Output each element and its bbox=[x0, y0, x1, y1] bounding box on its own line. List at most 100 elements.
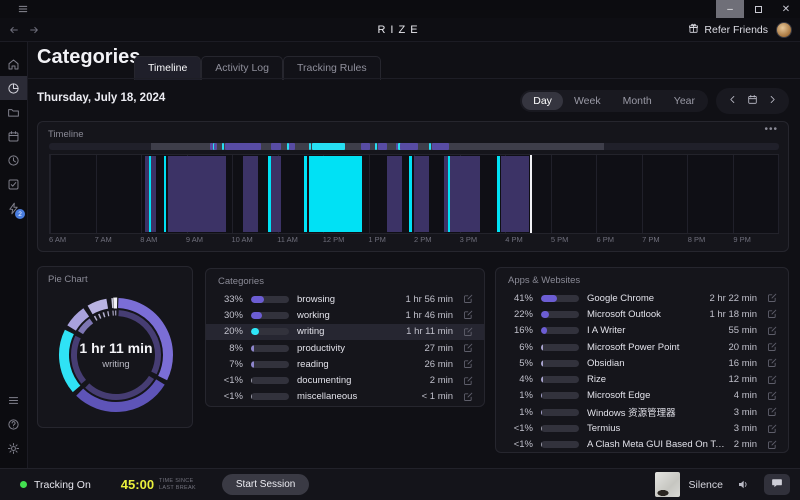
edit-icon[interactable] bbox=[461, 376, 473, 386]
axis-tick-label: 1 PM bbox=[368, 235, 386, 244]
speaker-icon[interactable] bbox=[737, 478, 750, 491]
activity-block[interactable] bbox=[168, 156, 226, 232]
hamburger-menu-icon[interactable] bbox=[17, 3, 29, 15]
stat-row-reading[interactable]: 7% reading 26 min bbox=[206, 356, 484, 372]
prev-day-button[interactable] bbox=[727, 92, 738, 110]
activity-block[interactable] bbox=[309, 156, 361, 232]
range-month[interactable]: Month bbox=[612, 92, 663, 110]
stat-row-microsoft-edge[interactable]: 1% Microsoft Edge 4 min bbox=[496, 388, 788, 404]
edit-icon[interactable] bbox=[765, 342, 777, 352]
sidebar-item-analytics[interactable] bbox=[0, 76, 27, 100]
gridline bbox=[369, 155, 370, 233]
gridline bbox=[733, 155, 734, 233]
edit-icon[interactable] bbox=[461, 310, 473, 320]
edit-icon[interactable] bbox=[765, 424, 777, 434]
edit-icon[interactable] bbox=[461, 343, 473, 353]
divider bbox=[28, 78, 800, 79]
activity-block[interactable] bbox=[409, 156, 412, 232]
timeline-minimap[interactable] bbox=[49, 143, 779, 150]
activity-block[interactable] bbox=[271, 156, 281, 232]
activity-block[interactable] bbox=[387, 156, 402, 232]
stat-row-productivity[interactable]: 8% productivity 27 min bbox=[206, 340, 484, 356]
edit-icon[interactable] bbox=[765, 293, 777, 303]
refer-friends-button[interactable]: Refer Friends bbox=[688, 23, 768, 37]
minimap-block bbox=[432, 143, 449, 150]
stat-row-rize[interactable]: 4% Rize 12 min bbox=[496, 371, 788, 387]
stat-row-writing[interactable]: 20% writing 1 hr 11 min bbox=[206, 324, 484, 340]
timeline-panel-title: Timeline bbox=[48, 129, 84, 140]
edit-icon[interactable] bbox=[461, 327, 473, 337]
activity-block[interactable] bbox=[243, 156, 258, 232]
activity-block[interactable] bbox=[450, 156, 479, 232]
stat-row-windows-[interactable]: 1% Windows 资源管理器 3 min bbox=[496, 404, 788, 420]
activity-block[interactable] bbox=[501, 156, 528, 232]
edit-icon[interactable] bbox=[765, 358, 777, 368]
avatar[interactable] bbox=[776, 22, 792, 38]
categories-panel-title: Categories bbox=[218, 276, 264, 287]
edit-icon[interactable] bbox=[765, 326, 777, 336]
stat-row-termius[interactable]: <1% Termius 3 min bbox=[496, 420, 788, 436]
next-day-button[interactable] bbox=[767, 92, 778, 110]
app-navbar: RIZE Refer Friends bbox=[0, 18, 800, 42]
axis-tick-label: 11 AM bbox=[277, 235, 298, 244]
edit-icon[interactable] bbox=[765, 391, 777, 401]
sidebar-item-sessions[interactable]: 2 bbox=[0, 196, 27, 220]
row-percent: <1% bbox=[507, 439, 533, 450]
sidebar-item-home[interactable] bbox=[0, 52, 27, 76]
sidebar-item-history[interactable] bbox=[0, 148, 27, 172]
stat-row-google-chrome[interactable]: 41% Google Chrome 2 hr 22 min bbox=[496, 290, 788, 306]
edit-icon[interactable] bbox=[765, 309, 777, 319]
sidebar-item-help[interactable] bbox=[0, 412, 27, 436]
apps-panel-title: Apps & Websites bbox=[508, 275, 580, 286]
chat-feedback-button[interactable] bbox=[764, 474, 790, 495]
window-close-button[interactable]: ✕ bbox=[772, 0, 800, 18]
activity-block[interactable] bbox=[164, 156, 167, 232]
window-minimize-button[interactable]: – bbox=[716, 0, 744, 18]
activity-block[interactable] bbox=[151, 156, 156, 232]
sidebar-item-tasks[interactable] bbox=[0, 172, 27, 196]
range-week[interactable]: Week bbox=[563, 92, 612, 110]
edit-icon[interactable] bbox=[461, 359, 473, 369]
calendar-picker-icon[interactable] bbox=[747, 92, 758, 110]
tab-tracking-rules[interactable]: Tracking Rules bbox=[283, 56, 381, 80]
tab-timeline[interactable]: Timeline bbox=[134, 56, 201, 80]
stat-row-microsoft-power-point[interactable]: 6% Microsoft Power Point 20 min bbox=[496, 339, 788, 355]
row-time: 2 min bbox=[430, 375, 453, 386]
start-session-button[interactable]: Start Session bbox=[222, 474, 309, 495]
axis-tick-label: 6 PM bbox=[597, 235, 615, 244]
sidebar-item-calendar[interactable] bbox=[0, 124, 27, 148]
sidebar-item-settings[interactable] bbox=[0, 436, 27, 460]
stat-row-working[interactable]: 30% working 1 hr 46 min bbox=[206, 307, 484, 323]
edit-icon[interactable] bbox=[765, 375, 777, 385]
activity-block[interactable] bbox=[304, 156, 307, 232]
stat-row-browsing[interactable]: 33% browsing 1 hr 56 min bbox=[206, 291, 484, 307]
activity-block[interactable] bbox=[414, 156, 429, 232]
row-label: Microsoft Power Point bbox=[587, 342, 720, 353]
edit-icon[interactable] bbox=[765, 440, 777, 450]
activity-block[interactable] bbox=[497, 156, 500, 232]
row-percent: 16% bbox=[507, 325, 533, 336]
stat-row-obsidian[interactable]: 5% Obsidian 16 min bbox=[496, 355, 788, 371]
stat-row-documenting[interactable]: <1% documenting 2 min bbox=[206, 372, 484, 388]
range-day[interactable]: Day bbox=[522, 92, 563, 110]
row-percent: 1% bbox=[507, 390, 533, 401]
range-year[interactable]: Year bbox=[663, 92, 706, 110]
tab-activity-log[interactable]: Activity Log bbox=[201, 56, 283, 80]
stat-row-a-clash-meta-gui-based-on-ta-[interactable]: <1% A Clash Meta GUI Based On Ta... 2 mi… bbox=[496, 437, 788, 453]
apps-websites-panel: Apps & Websites 41% Google Chrome 2 hr 2… bbox=[495, 267, 789, 453]
row-time: 1 hr 11 min bbox=[406, 326, 453, 337]
window-maximize-button[interactable] bbox=[744, 0, 772, 18]
edit-icon[interactable] bbox=[765, 407, 777, 417]
edit-icon[interactable] bbox=[461, 392, 473, 402]
sidebar-item-projects[interactable] bbox=[0, 100, 27, 124]
row-bar bbox=[541, 409, 579, 416]
timeline-chart[interactable] bbox=[49, 154, 779, 234]
timeline-more-button[interactable]: ••• bbox=[764, 124, 778, 135]
edit-icon[interactable] bbox=[461, 294, 473, 304]
sidebar-item-menu[interactable] bbox=[0, 388, 27, 412]
axis-tick-label: 2 PM bbox=[414, 235, 432, 244]
now-playing-album-art[interactable] bbox=[655, 472, 680, 497]
stat-row-i-a-writer[interactable]: 16% I A Writer 55 min bbox=[496, 323, 788, 339]
stat-row-miscellaneous[interactable]: <1% miscellaneous < 1 min bbox=[206, 389, 484, 405]
stat-row-microsoft-outlook[interactable]: 22% Microsoft Outlook 1 hr 18 min bbox=[496, 306, 788, 322]
